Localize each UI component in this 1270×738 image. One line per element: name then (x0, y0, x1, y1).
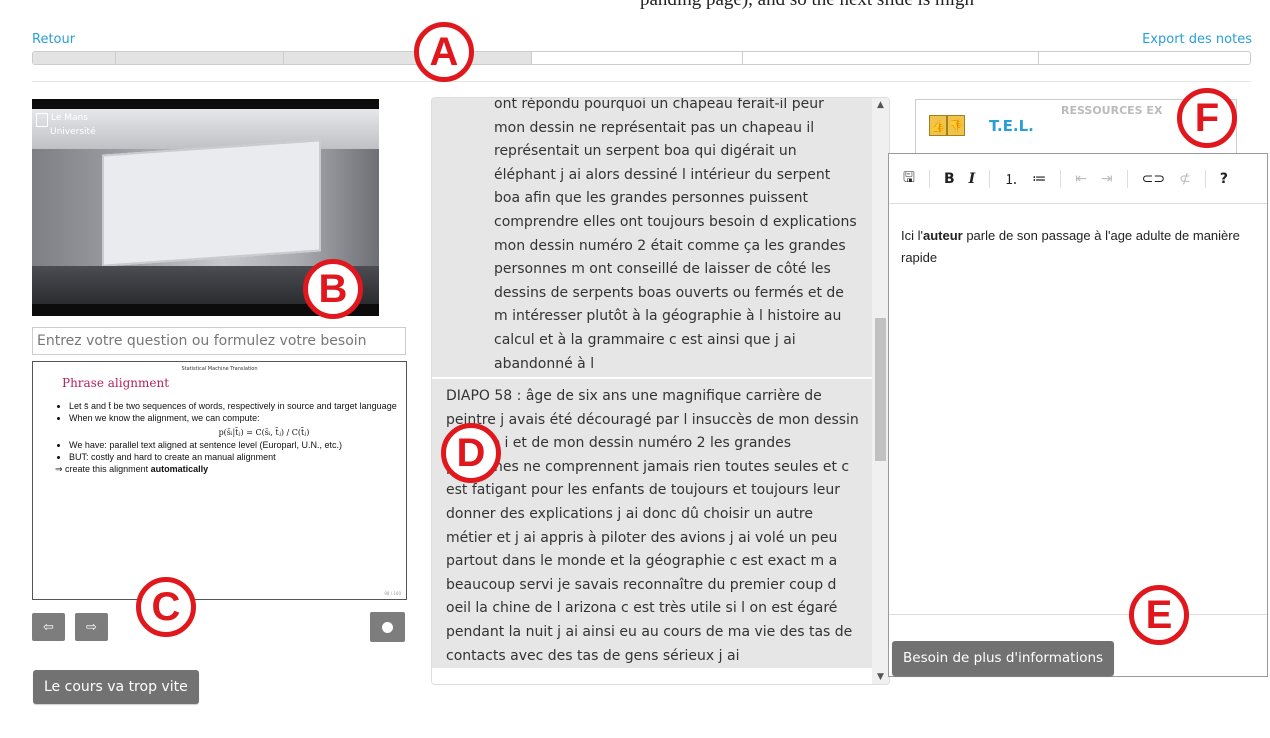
transcript-segment: ont répondu pourquoi un chapeau ferait-i… (432, 98, 873, 377)
progress-segment (743, 52, 1039, 64)
italic-icon[interactable]: I (969, 171, 976, 187)
record-dot-icon (382, 621, 393, 633)
slide-conclusion: ⇒ create this alignment automatically (55, 464, 209, 474)
rating-buttons: 👍 👎 (929, 115, 965, 136)
callout-f: F (1177, 88, 1237, 148)
record-button[interactable] (370, 612, 405, 642)
export-notes-link[interactable]: Export des notes (1142, 32, 1252, 47)
slide-bullet: BUT: costly and hard to create an manual… (69, 452, 399, 463)
transcript-scrollbar[interactable]: ▲ ▼ (872, 98, 889, 684)
slide-bullet: Let s̄ and t̄ be two sequences of words,… (69, 401, 399, 412)
notes-editor[interactable]: 🖫 B I ⒈ ≔ ⇤ ⇥ ⊂⊃ ⊄ ? Ici l'auteur parle … (888, 153, 1268, 677)
progress-segment (33, 52, 116, 64)
transcript-segment-current: DIAPO 58 : âge de six ans une magnifique… (432, 379, 873, 669)
next-slide-button[interactable]: ⇨ (75, 613, 108, 641)
editor-toolbar: 🖫 B I ⒈ ≔ ⇤ ⇥ ⊂⊃ ⊄ ? (889, 154, 1267, 204)
save-icon[interactable]: 🖫 (903, 167, 915, 191)
link-icon[interactable]: ⊂⊃ (1142, 171, 1165, 187)
slide-viewer: Statistical Machine Translation Phrase a… (32, 361, 407, 600)
course-progress-bar (32, 51, 1251, 65)
editor-divider (889, 614, 1267, 615)
back-link[interactable]: Retour (32, 32, 75, 47)
callout-c: C (136, 577, 196, 637)
slide-bullet: We have: parallel text aligned at senten… (69, 440, 399, 451)
arrow-right-icon: ⇨ (86, 619, 97, 635)
thumbs-down-icon[interactable]: 👎 (947, 115, 965, 136)
bullet-list-icon[interactable]: ≔ (1032, 171, 1046, 187)
thumbs-up-icon[interactable]: 👍 (929, 115, 947, 136)
slide-header: Statistical Machine Translation (181, 366, 258, 372)
divider (32, 81, 1251, 82)
caption-fragment: panding page), and so the next slide is … (640, 0, 1270, 11)
callout-e: E (1129, 585, 1189, 645)
callout-a: A (414, 22, 474, 82)
slide-title: Phrase alignment (62, 376, 170, 390)
callout-d: D (441, 423, 501, 483)
resources-title: RESSOURCES EX (1061, 104, 1163, 117)
help-icon[interactable]: ? (1220, 171, 1228, 187)
progress-segment (1039, 52, 1250, 64)
slide-page-number: 98 / 100 (384, 591, 401, 596)
transcript-panel[interactable]: ont répondu pourquoi un chapeau ferait-i… (431, 97, 890, 685)
slide-bullets: Let s̄ and t̄ be two sequences of words,… (55, 401, 399, 476)
previous-slide-button[interactable]: ⇦ (32, 613, 65, 641)
unlink-icon[interactable]: ⊄ (1179, 171, 1191, 187)
resource-link[interactable]: T.E.L. (989, 117, 1034, 135)
more-info-button[interactable]: Besoin de plus d'informations (892, 641, 1115, 676)
note-text[interactable]: Ici l'auteur parle de son passage à l'ag… (901, 225, 1241, 269)
scroll-down-icon[interactable]: ▼ (872, 672, 889, 682)
bold-icon[interactable]: B (944, 171, 955, 187)
progress-segment (532, 52, 743, 64)
callout-b: B (303, 259, 363, 319)
slide-formula: p(s̄ᵢ|t̄ⱼ) = C(s̄ᵢ, t̄ⱼ) / C(t̄ⱼ) (218, 428, 310, 437)
slide-bullet: When we know the alignment, we can compu… (69, 413, 399, 424)
scrollbar-thumb[interactable] (875, 318, 886, 461)
progress-segment (284, 52, 532, 64)
whiteboard-image (102, 139, 321, 267)
arrow-left-icon: ⇦ (43, 619, 54, 635)
progress-segment (116, 52, 284, 64)
question-input[interactable] (32, 327, 406, 355)
outdent-icon[interactable]: ⇤ (1075, 171, 1087, 187)
university-logo: Le Mans Université (36, 113, 96, 137)
scroll-up-icon[interactable]: ▲ (872, 100, 889, 110)
too-fast-button[interactable]: Le cours va trop vite (33, 670, 199, 704)
indent-icon[interactable]: ⇥ (1101, 171, 1113, 187)
ordered-list-icon[interactable]: ⒈ (1004, 169, 1018, 189)
